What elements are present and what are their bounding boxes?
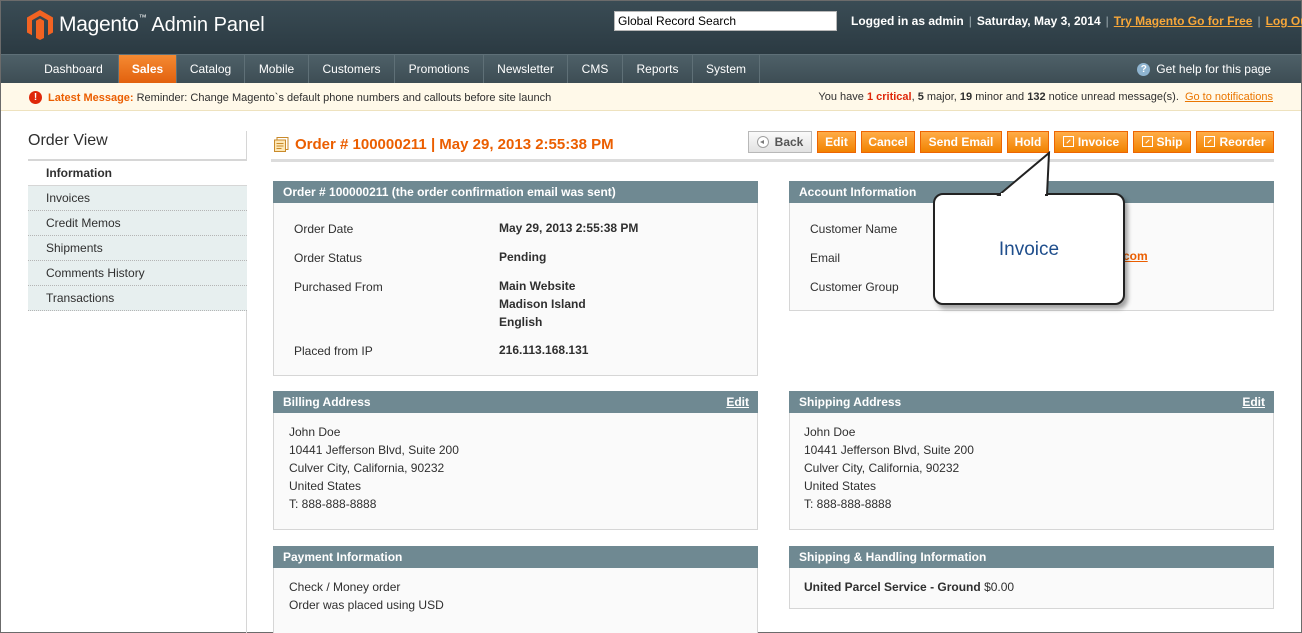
header-date: Saturday, May 3, 2014 [976,14,1101,28]
callout-text: Invoice [998,239,1060,260]
nav-item-catalog[interactable]: Catalog [177,55,245,83]
logged-in-text: Logged in as admin [851,14,964,28]
order-box-header: Order # 100000211 (the order confirmatio… [273,181,758,203]
shipping-method: United Parcel Service - Ground $0.00 [804,580,1015,594]
system-message-bar: ! Latest Message: Reminder: Change Magen… [1,83,1301,111]
tab-comments-history[interactable]: Comments History [28,261,247,286]
help-link[interactable]: ? Get help for this page [1137,55,1271,83]
latest-message-label: Latest Message: [48,91,134,104]
message-summary: You have 1 critical, 5 major, 19 minor a… [818,91,1273,103]
invoice-callout: Invoice [933,193,1125,305]
error-icon: ! [29,91,42,104]
purchased-from-website: Main Website [499,279,576,293]
logout-link[interactable]: Log Out [1266,14,1302,28]
go-to-notifications-link[interactable]: Go to notifications [1185,91,1273,103]
tab-shipments[interactable]: Shipments [28,236,247,261]
magento-logo-icon [27,10,53,40]
payment-box-header: Payment Information [273,546,758,568]
nav-item-dashboard[interactable]: Dashboard [29,55,119,83]
minor-count: 19 [959,91,973,103]
notice-count: 132 [1027,91,1046,103]
order-date-value: May 29, 2013 2:55:38 PM [499,221,639,235]
payment-info: Check / Money order Order was placed usi… [289,580,444,612]
nav-item-system[interactable]: System [693,55,760,83]
sidebar-title: Order View [28,132,108,149]
tab-invoices[interactable]: Invoices [28,186,247,211]
ship-icon [1141,136,1153,147]
back-button[interactable]: Back [748,131,812,153]
back-arrow-icon [756,136,769,148]
cancel-order-button[interactable]: Cancel [861,131,915,153]
main-nav: Dashboard Sales Catalog Mobile Customers… [1,54,1301,83]
billing-title: Billing Address [283,395,371,409]
major-count: 5 [917,91,924,103]
nav-item-sales[interactable]: Sales [119,55,177,83]
tab-credit-memos[interactable]: Credit Memos [28,211,247,236]
reorder-button[interactable]: Reorder [1196,131,1274,153]
shipping-title: Shipping Address [799,395,902,409]
nav-item-promotions[interactable]: Promotions [395,55,484,83]
try-magento-go-link[interactable]: Try Magento Go for Free [1114,14,1253,28]
order-status-value: Pending [499,250,547,264]
customer-name-label: Customer Name [810,222,898,236]
customer-email-link[interactable]: com [1123,249,1148,263]
order-icon [274,137,289,152]
latest-message: ! Latest Message: Reminder: Change Magen… [29,91,551,104]
placed-from-ip-label: Placed from IP [294,344,373,358]
logo-subtitle: Admin Panel [151,13,265,36]
shipping-box-header: Shipping Address Edit [789,391,1274,413]
reorder-icon [1204,136,1216,147]
callout-pointer [996,151,1051,197]
edit-order-button[interactable]: Edit [817,131,856,153]
billing-box-header: Billing Address Edit [273,391,758,413]
ship-button[interactable]: Ship [1133,131,1191,153]
hold-button[interactable]: Hold [1007,131,1049,153]
nav-item-customers[interactable]: Customers [309,55,395,83]
order-status-label: Order Status [294,251,363,265]
invoice-button[interactable]: Invoice [1054,131,1128,153]
critical-count: 1 critical [866,91,912,103]
page-title: Order # 100000211 | May 29, 2013 2:55:38… [295,136,614,153]
edit-shipping-link[interactable]: Edit [1242,391,1265,413]
nav-item-mobile[interactable]: Mobile [245,55,309,83]
invoice-icon [1062,136,1074,147]
help-label: Get help for this page [1156,62,1271,76]
nav-item-cms[interactable]: CMS [568,55,623,83]
global-search-input[interactable] [614,11,837,31]
send-email-button[interactable]: Send Email [920,131,1002,153]
logo-name: Magento™ [59,13,147,36]
purchased-from-view: English [499,315,543,329]
nav-item-reports[interactable]: Reports [623,55,693,83]
shipping-handling-box-header: Shipping & Handling Information [789,546,1274,568]
admin-header: Magento™ Admin Panel Logged in as admin|… [1,1,1302,54]
shipping-address: John Doe 10441 Jefferson Blvd, Suite 200… [804,425,974,511]
magento-logo[interactable]: Magento™ Admin Panel [27,10,265,40]
edit-billing-link[interactable]: Edit [726,391,749,413]
content-header-divider [271,159,1274,162]
help-icon: ? [1137,62,1151,76]
purchased-from-store: Madison Island [499,297,586,311]
email-label: Email [810,251,841,265]
billing-address: John Doe 10441 Jefferson Blvd, Suite 200… [289,425,459,511]
tab-transactions[interactable]: Transactions [28,286,247,311]
order-view-tabs: Information Invoices Credit Memos Shipme… [28,161,247,311]
latest-message-text: Reminder: Change Magento`s default phone… [136,91,552,104]
header-links: Logged in as admin | Saturday, May 3, 2014… [851,14,1302,28]
purchased-from-label: Purchased From [294,280,383,294]
customer-group-label: Customer Group [810,280,899,294]
placed-from-ip-value: 216.113.168.131 [499,343,589,357]
order-date-label: Order Date [294,222,354,236]
nav-item-newsletter[interactable]: Newsletter [484,55,568,83]
tab-information[interactable]: Information [28,161,247,186]
